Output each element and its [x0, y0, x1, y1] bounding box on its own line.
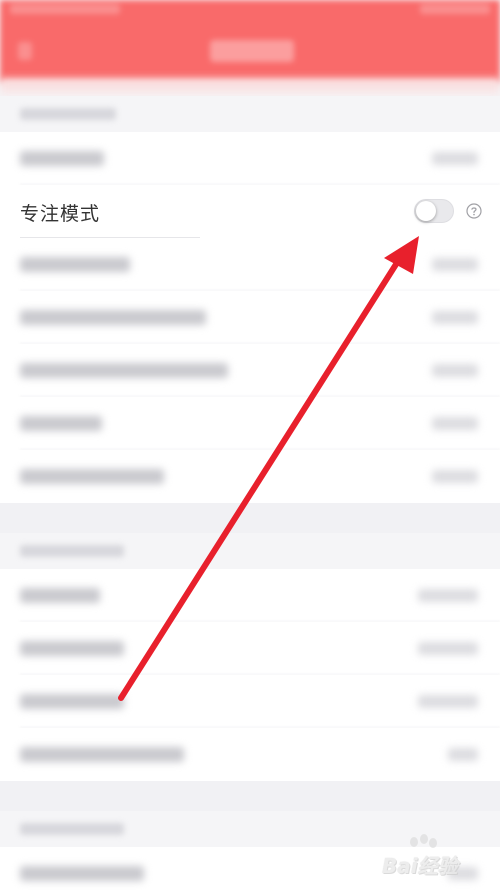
status-left-blurred	[10, 4, 120, 14]
row-label-blurred	[20, 641, 124, 656]
section-gap	[0, 503, 500, 533]
page-title-blurred	[210, 40, 294, 62]
row-label-blurred	[20, 257, 130, 272]
section-title-blurred	[20, 823, 124, 835]
watermark-text: Bai经验	[382, 854, 458, 878]
row-label-blurred	[20, 151, 104, 166]
row-label-blurred	[20, 694, 124, 709]
row-value-blurred	[448, 748, 478, 761]
section-header-blurred	[0, 533, 500, 569]
settings-row-blurred[interactable]	[0, 675, 500, 728]
row-value-blurred	[432, 311, 478, 324]
settings-row-blurred[interactable]	[0, 728, 500, 781]
status-bar	[0, 0, 500, 24]
settings-screen: 专注模式 Bai经验	[0, 0, 500, 890]
row-label-blurred	[20, 866, 144, 881]
settings-row-blurred[interactable]	[0, 291, 500, 344]
settings-row-blurred[interactable]	[0, 238, 500, 291]
row-label-blurred	[20, 416, 102, 431]
row-value-blurred	[432, 152, 478, 165]
question-circle-icon[interactable]	[466, 203, 482, 219]
settings-row-blurred[interactable]	[0, 397, 500, 450]
status-right-blurred	[420, 4, 490, 14]
section-header-blurred	[0, 96, 500, 132]
row-label-blurred	[20, 469, 164, 484]
settings-list: 专注模式	[0, 96, 500, 890]
row-value-blurred	[418, 589, 478, 602]
row-value-blurred	[432, 258, 478, 271]
settings-row-blurred[interactable]	[0, 132, 500, 185]
settings-row-blurred[interactable]	[0, 450, 500, 503]
row-label-blurred	[20, 310, 206, 325]
row-label-blurred	[20, 747, 184, 762]
section-title-blurred	[20, 108, 116, 120]
baidu-watermark: Bai经验	[356, 834, 496, 884]
row-label-blurred	[20, 588, 100, 603]
settings-row-blurred[interactable]	[0, 622, 500, 675]
settings-row-blurred[interactable]	[0, 344, 500, 397]
focus-mode-toggle[interactable]	[414, 199, 454, 223]
row-value-blurred	[418, 642, 478, 655]
row-value-blurred	[432, 417, 478, 430]
row-value-blurred	[432, 364, 478, 377]
section-gap	[0, 781, 500, 811]
settings-row-blurred[interactable]	[0, 569, 500, 622]
focus-mode-label: 专注模式	[20, 203, 101, 225]
section-title-blurred	[20, 545, 124, 557]
row-label-blurred	[20, 363, 228, 378]
settings-row-focus-mode: 专注模式	[0, 185, 500, 238]
row-value-blurred	[418, 695, 478, 708]
back-button-blurred[interactable]	[18, 42, 32, 60]
toggle-knob	[416, 201, 436, 221]
app-header	[0, 0, 500, 82]
row-value-blurred	[432, 470, 478, 483]
